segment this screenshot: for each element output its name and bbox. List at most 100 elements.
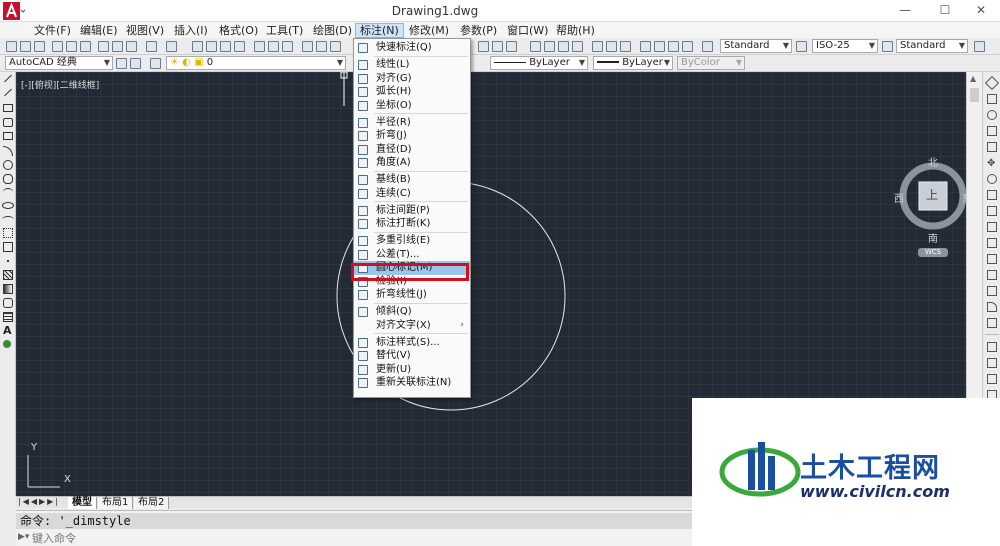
stretch-icon[interactable] [987, 206, 997, 216]
dim-menu-item[interactable]: 快速标注(Q) [354, 41, 470, 55]
save-icon[interactable] [34, 41, 45, 52]
zoom-realtime-icon[interactable] [206, 41, 217, 52]
layer-select[interactable]: ☀ ◐ ▣ 0 ▼ [166, 56, 346, 70]
menu-format[interactable]: 格式(O) [215, 23, 262, 38]
zoom-previous-icon[interactable] [572, 41, 583, 52]
text-style-select[interactable]: Standard ▼ [720, 39, 792, 53]
compass-south[interactable]: 南 [928, 230, 938, 245]
publish-icon[interactable] [80, 41, 91, 52]
markup-icon[interactable] [654, 41, 665, 52]
dim-menu-item[interactable]: 多重引线(E) [354, 234, 470, 248]
gradient-icon[interactable] [3, 284, 13, 294]
menu-parametric[interactable]: 参数(P) [456, 23, 501, 38]
menu-tools[interactable]: 工具(T) [262, 23, 307, 38]
preview-icon[interactable] [66, 41, 77, 52]
dim-menu-item[interactable]: 线性(L) [354, 58, 470, 72]
tab-nav-arrows-icon[interactable]: |◀◀▶▶| [18, 497, 60, 506]
table-icon[interactable] [3, 312, 13, 322]
menu-dimension[interactable]: 标注(N) [355, 23, 404, 38]
chamfer-icon[interactable] [987, 286, 997, 296]
dim-menu-item[interactable]: 坐标(O) [354, 99, 470, 113]
menu-edit[interactable]: 编辑(E) [76, 23, 122, 38]
tool-palettes-icon[interactable] [620, 41, 631, 52]
dim-menu-item[interactable]: 对齐(G) [354, 72, 470, 86]
zoom-previous-icon[interactable] [234, 41, 245, 52]
menu-insert[interactable]: 插入(I) [170, 23, 212, 38]
linetype-select[interactable]: ByLayer ▼ [490, 56, 588, 70]
dim-menu-item[interactable]: 半径(R) [354, 116, 470, 130]
help-icon[interactable] [682, 41, 693, 52]
dim-menu-item[interactable]: 公差(T)... [354, 248, 470, 262]
redo-icon[interactable] [166, 41, 177, 52]
dim-menu-item[interactable]: 倾斜(Q) [354, 305, 470, 319]
multileader-style-icon[interactable] [974, 41, 985, 52]
open-icon[interactable] [316, 41, 327, 52]
pan-icon[interactable] [192, 41, 203, 52]
region-icon[interactable] [3, 298, 13, 308]
revcloud-icon[interactable] [3, 174, 13, 184]
dim-menu-item[interactable]: 直径(D) [354, 143, 470, 157]
polyline-icon[interactable] [3, 104, 13, 112]
menu-draw[interactable]: 绘图(D) [309, 23, 356, 38]
workspace-icon[interactable] [130, 58, 141, 69]
spline-icon[interactable] [3, 188, 13, 196]
offset-icon[interactable] [987, 126, 997, 136]
circle-icon[interactable] [3, 160, 13, 170]
menu-view[interactable]: 视图(V) [122, 23, 168, 38]
mirror-icon[interactable] [987, 110, 997, 120]
properties-icon[interactable] [254, 41, 265, 52]
dim-menu-item[interactable]: 对齐文字(X) › [354, 319, 470, 333]
cut-icon[interactable] [478, 41, 489, 52]
hatch-icon[interactable] [3, 270, 13, 280]
close-button[interactable]: ✕ [966, 3, 996, 19]
copy-icon[interactable] [112, 41, 123, 52]
menu-modify[interactable]: 修改(M) [405, 23, 453, 38]
table-style-select[interactable]: Standard ▼ [896, 39, 968, 53]
move-icon[interactable]: ✥ [987, 158, 995, 169]
tool-palettes-icon[interactable] [282, 41, 293, 52]
pan-icon[interactable] [530, 41, 541, 52]
command-prompt-icon[interactable]: ▶▾ [18, 532, 29, 542]
tab-layout2[interactable]: 布局2 [134, 497, 170, 509]
ellipse-icon[interactable] [2, 202, 14, 209]
redo-icon[interactable] [506, 41, 517, 52]
arc-icon[interactable] [3, 146, 13, 156]
design-center-icon[interactable] [606, 41, 617, 52]
polygon-icon[interactable] [3, 118, 13, 127]
print-icon[interactable] [52, 41, 63, 52]
dim-menu-item[interactable]: 标注样式(S)... [354, 336, 470, 350]
add-selected-icon[interactable] [3, 340, 11, 348]
menu-window[interactable]: 窗口(W) [503, 23, 552, 38]
layer-properties-icon[interactable] [150, 58, 161, 69]
sheet-set-icon[interactable] [640, 41, 651, 52]
dim-menu-item[interactable]: 折弯线性(J) [354, 288, 470, 302]
cut-icon[interactable] [98, 41, 109, 52]
undo-icon[interactable] [146, 41, 157, 52]
dim-menu-item[interactable]: 基线(B) [354, 173, 470, 187]
copy-icon[interactable] [987, 94, 997, 104]
trim-icon[interactable] [987, 222, 997, 232]
dim-menu-item[interactable]: 折弯(J) [354, 129, 470, 143]
new-icon[interactable] [302, 41, 313, 52]
draworder-icon[interactable] [987, 342, 997, 352]
rotate-icon[interactable] [987, 174, 997, 184]
viewcube-top-face[interactable]: 上 [926, 186, 938, 203]
dim-menu-item[interactable]: 标注打断(K) [354, 217, 470, 231]
dim-menu-item[interactable]: 标注间距(P) [354, 204, 470, 218]
new-icon[interactable] [6, 41, 17, 52]
tab-layout1[interactable]: 布局1 [98, 497, 134, 509]
viewcube[interactable]: 北 南 东 西 上 WCS [888, 152, 966, 262]
array-icon[interactable] [987, 142, 997, 152]
menu-file[interactable]: 文件(F) [30, 23, 75, 38]
design-center-icon[interactable] [268, 41, 279, 52]
dim-menu-item[interactable]: 连续(C) [354, 187, 470, 201]
properties-icon[interactable] [592, 41, 603, 52]
make-block-icon[interactable] [3, 242, 13, 252]
paste-icon[interactable] [126, 41, 137, 52]
dim-menu-item[interactable]: 替代(V) [354, 349, 470, 363]
dim-menu-item[interactable]: 角度(A) [354, 156, 470, 170]
menu-help[interactable]: 帮助(H) [552, 23, 599, 38]
dim-menu-item[interactable]: 重新关联标注(N) [354, 376, 470, 390]
line-icon[interactable] [4, 74, 12, 83]
break-icon[interactable] [987, 254, 997, 264]
